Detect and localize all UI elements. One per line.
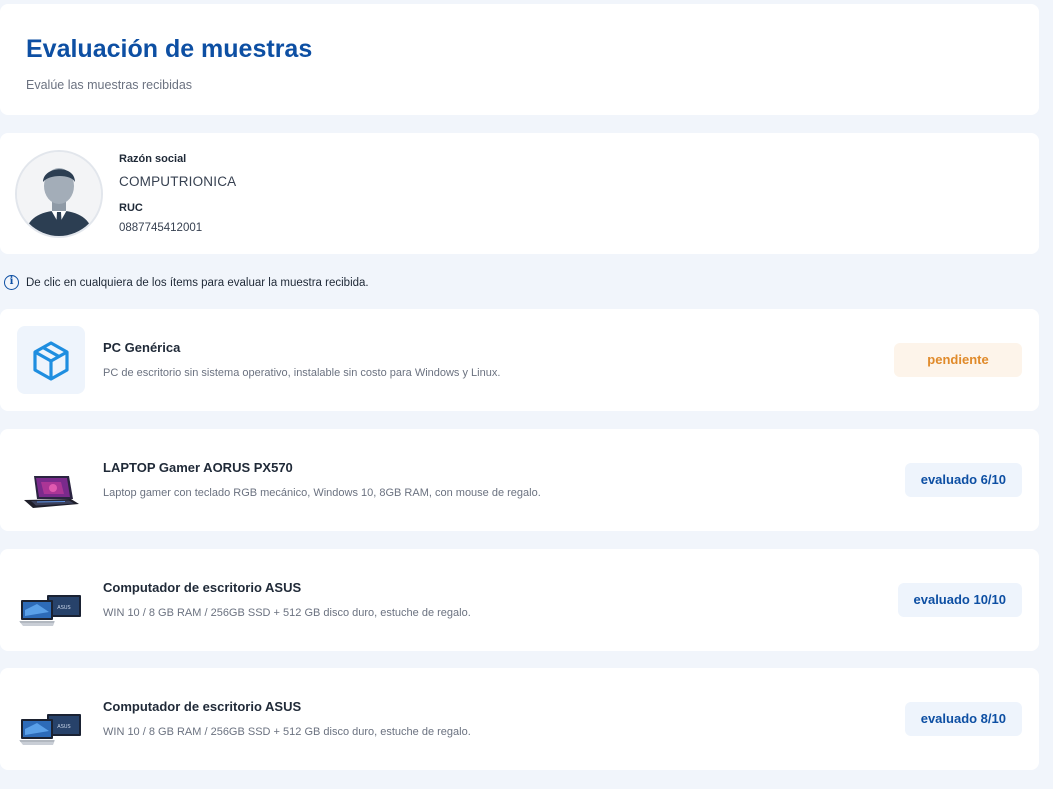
status-badge: evaluado 8/10 (904, 702, 1022, 736)
item-description: Laptop gamer con teclado RGB mecánico, W… (103, 487, 541, 499)
info-text: De clic en cualquiera de los ítems para … (26, 276, 369, 289)
status-badge: pendiente (894, 343, 1022, 377)
item-title: LAPTOP Gamer AORUS PX570 (103, 460, 293, 475)
ruc-label: RUC (119, 202, 143, 214)
item-description: PC de escritorio sin sistema operativo, … (103, 367, 501, 379)
status-badge: evaluado 6/10 (904, 463, 1022, 497)
sample-item[interactable]: PC Genérica PC de escritorio sin sistema… (0, 309, 1039, 411)
page-subtitle: Evalúe las muestras recibidas (26, 78, 193, 92)
asus-desktop-image: ASUS (17, 566, 85, 634)
sample-item[interactable]: LAPTOP Gamer AORUS PX570 Laptop gamer co… (0, 429, 1039, 531)
svg-text:ASUS: ASUS (57, 605, 70, 611)
ruc-value: 0887745412001 (119, 222, 203, 234)
box-icon (17, 326, 85, 394)
sample-item[interactable]: ASUS Computador de escritorio ASUS WIN 1… (0, 668, 1039, 770)
item-description: WIN 10 / 8 GB RAM / 256GB SSD + 512 GB d… (103, 607, 471, 619)
avatar (15, 150, 103, 238)
info-icon: i (4, 275, 19, 290)
item-description: WIN 10 / 8 GB RAM / 256GB SSD + 512 GB d… (103, 726, 471, 738)
status-badge: evaluado 10/10 (897, 583, 1022, 617)
sample-item[interactable]: ASUS Computador de escritorio ASUS WIN 1… (0, 549, 1039, 651)
laptop-gamer-image (17, 446, 85, 514)
info-hint: i De clic en cualquiera de los ítems par… (4, 275, 369, 290)
item-title: Computador de escritorio ASUS (103, 699, 302, 714)
page-title: Evaluación de muestras (26, 35, 313, 63)
razon-social-value: COMPUTRIONICA (119, 174, 237, 189)
svg-text:ASUS: ASUS (57, 724, 70, 730)
razon-social-label: Razón social (119, 153, 187, 165)
item-title: Computador de escritorio ASUS (103, 580, 302, 595)
asus-desktop-image: ASUS (17, 685, 85, 753)
user-avatar-icon (17, 152, 101, 236)
item-title: PC Genérica (103, 340, 181, 355)
supplier-card (0, 133, 1039, 254)
page-header: Evaluación de muestras Evalúe las muestr… (0, 4, 1039, 115)
